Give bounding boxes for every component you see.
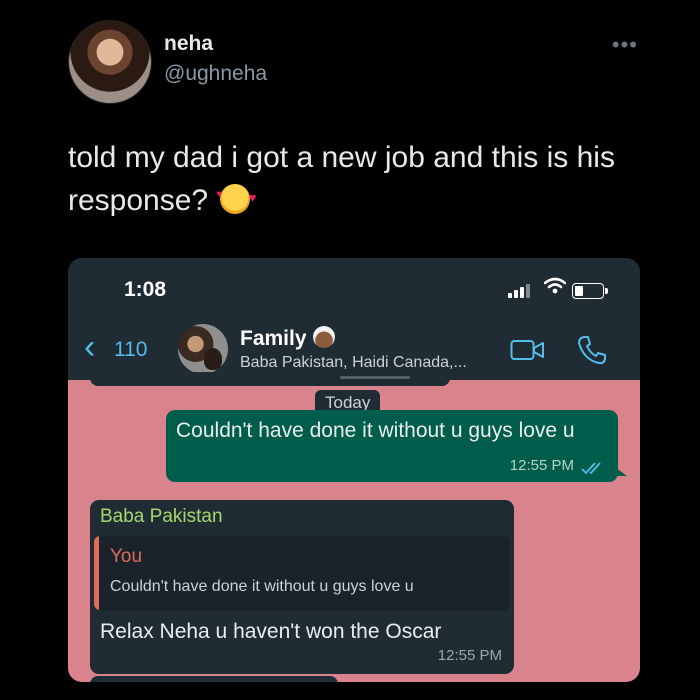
group-name-label: Family <box>240 327 307 350</box>
group-members[interactable]: Baba Pakistan, Haidi Canada,... <box>240 354 467 372</box>
next-message-bubble <box>90 676 338 682</box>
group-avatar[interactable] <box>178 324 228 374</box>
more-dots-icon[interactable]: ••• <box>612 32 638 58</box>
person-with-turban-emoji-icon <box>312 326 335 348</box>
back-unread-count[interactable]: 110 <box>114 338 147 362</box>
tweet-body: told my dad i got a new job and this is … <box>68 141 615 217</box>
battery-icon <box>572 283 608 299</box>
incoming-message-text: Relax Neha u haven't won the Oscar <box>100 620 442 643</box>
author-avatar[interactable] <box>68 20 152 104</box>
outgoing-message-text: Couldn't have done it without u guys lov… <box>176 419 575 442</box>
incoming-message-time: 12:55 PM <box>437 647 502 664</box>
video-call-icon[interactable] <box>510 338 546 362</box>
signal-bars-icon <box>508 282 534 298</box>
previous-message-bubble <box>90 372 450 386</box>
quoted-author: You <box>110 546 143 567</box>
quoted-reply[interactable]: You Couldn't have done it without u guys… <box>94 536 510 610</box>
phone-call-icon[interactable] <box>576 334 608 366</box>
wifi-icon <box>543 277 567 301</box>
whatsapp-screenshot[interactable]: 1:08 ‹ 110 Family Baba Pakistan, Haidi C… <box>68 258 640 682</box>
chat-area[interactable]: Today Couldn't have done it without u gu… <box>68 372 640 682</box>
outgoing-message-bubble[interactable]: Couldn't have done it without u guys lov… <box>166 410 627 482</box>
quote-bar <box>94 536 99 610</box>
author-name[interactable]: neha <box>164 32 213 56</box>
status-time: 1:08 <box>124 278 167 301</box>
author-handle[interactable]: @ughneha <box>164 62 267 86</box>
quoted-text: Couldn't have done it without u guys lov… <box>110 578 414 595</box>
back-chevron-icon[interactable]: ‹ <box>84 328 95 367</box>
read-double-check-icon <box>580 460 606 476</box>
outgoing-message-time: 12:55 PM <box>509 457 574 474</box>
status-bar: 1:08 <box>68 258 640 322</box>
group-name[interactable]: Family <box>240 326 335 351</box>
message-sender[interactable]: Baba Pakistan <box>100 506 223 528</box>
smiling-face-with-hearts-emoji-icon <box>216 173 256 219</box>
incoming-message-bubble[interactable]: Baba Pakistan You Couldn't have done it … <box>90 500 514 674</box>
bubble-tail <box>616 468 627 476</box>
tweet-text: told my dad i got a new job and this is … <box>68 136 648 222</box>
